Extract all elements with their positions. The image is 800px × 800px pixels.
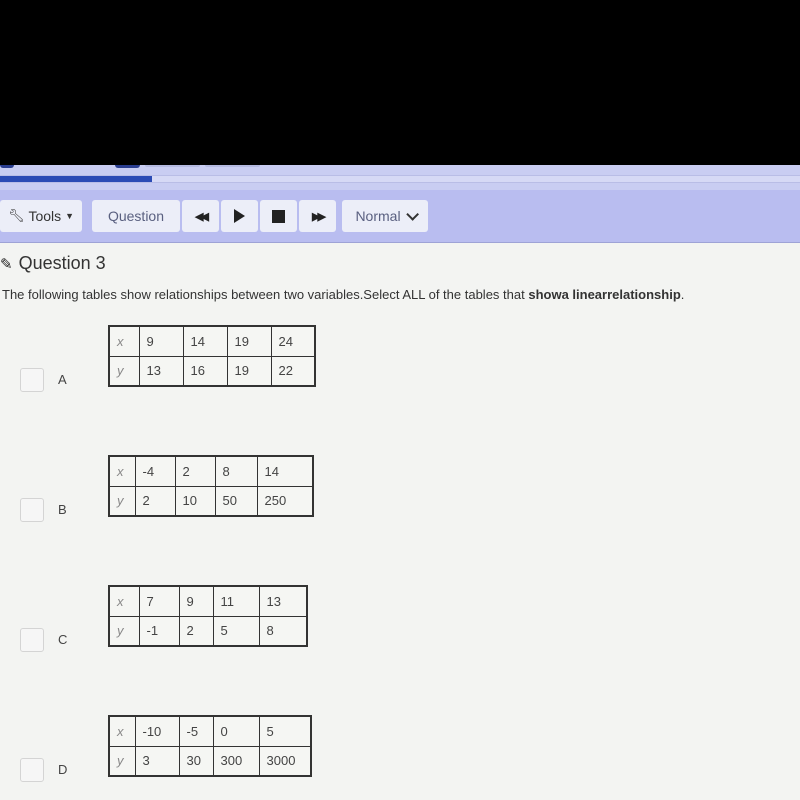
table-cell: 8 xyxy=(214,455,258,487)
choice-checkbox[interactable] xyxy=(20,758,44,782)
progress-bar xyxy=(0,175,800,183)
stop-button[interactable] xyxy=(260,200,297,232)
choice-letter: A xyxy=(58,372,67,387)
question-label: Question xyxy=(107,208,165,224)
table-row-y: y -1 2 5 8 xyxy=(108,615,308,647)
stop-icon xyxy=(272,209,285,223)
table-cell: 24 xyxy=(270,325,316,357)
chevron-down-icon xyxy=(405,207,419,221)
question-button[interactable]: Question xyxy=(92,200,180,232)
table-cell: 7 xyxy=(138,585,180,617)
prompt-emphasis: showa linearrelationship xyxy=(528,287,681,302)
table-cell: 2 xyxy=(134,485,176,517)
variable-label: y xyxy=(108,615,140,647)
tab-indicator xyxy=(145,165,200,167)
table-cell: 3000 xyxy=(258,745,312,777)
wrench-icon: 🔧︎ xyxy=(7,208,25,223)
table-row-y: y 13 16 19 22 xyxy=(108,355,316,387)
speed-select[interactable]: Normal xyxy=(342,200,428,232)
table-cell: 250 xyxy=(256,485,314,517)
variable-label: y xyxy=(108,745,136,777)
table-cell: 30 xyxy=(178,745,214,777)
table-row-x: x 7 9 11 13 xyxy=(108,585,308,617)
table-cell: 9 xyxy=(178,585,214,617)
variable-label: x xyxy=(108,325,140,357)
values-table: x -4 2 8 14 y 2 10 50 250 xyxy=(108,455,314,517)
table-cell: -1 xyxy=(138,615,180,647)
table-cell: 300 xyxy=(212,745,260,777)
table-row-x: x 9 14 19 24 xyxy=(108,325,316,357)
prompt-text: The following tables show relationships … xyxy=(2,287,529,302)
progress-fill xyxy=(0,176,152,182)
tab-strip xyxy=(0,165,800,190)
table-cell: 16 xyxy=(182,355,228,387)
choice-a: Ax 9 14 19 24 y 13 16 19 22 xyxy=(0,325,400,395)
table-cell: 22 xyxy=(270,355,316,387)
prompt-end: . xyxy=(680,287,685,302)
camera-frame-top xyxy=(0,0,800,165)
table-cell: -4 xyxy=(134,455,176,487)
table-row-y: y 3 30 300 3000 xyxy=(108,745,312,777)
tools-menu-button[interactable]: 🔧︎ Tools ▼ xyxy=(0,200,82,232)
choice-b: Bx -4 2 8 14 y 2 10 50 250 xyxy=(0,455,400,525)
play-icon xyxy=(234,209,245,223)
tab-indicator xyxy=(205,165,260,167)
play-button[interactable] xyxy=(221,200,258,232)
speed-label: Normal xyxy=(355,208,401,224)
pencil-icon: ✎ xyxy=(0,255,13,273)
fast-forward-icon: ▶▶ xyxy=(312,210,326,223)
tab-indicator xyxy=(115,165,140,168)
table-cell: 11 xyxy=(212,585,260,617)
question-title: Question 3 xyxy=(18,253,106,273)
choice-letter: B xyxy=(58,502,67,517)
table-cell: 19 xyxy=(226,325,272,357)
caret-down-icon: ▼ xyxy=(65,211,75,221)
choice-c: Cx 7 9 11 13 y -1 2 5 8 xyxy=(0,585,400,655)
values-table: x 9 14 19 24 y 13 16 19 22 xyxy=(108,325,316,387)
table-row-x: x -10 -5 0 5 xyxy=(108,715,312,747)
table-cell: 14 xyxy=(182,325,228,357)
choice-checkbox[interactable] xyxy=(20,628,44,652)
table-cell: 13 xyxy=(258,585,308,617)
rewind-icon: ◀◀ xyxy=(195,210,209,223)
table-cell: 8 xyxy=(258,615,308,647)
table-row-x: x -4 2 8 14 xyxy=(108,455,314,487)
variable-label: x xyxy=(108,585,140,617)
table-cell: 0 xyxy=(212,715,260,747)
table-cell: 3 xyxy=(134,745,180,777)
table-cell: 5 xyxy=(212,615,260,647)
question-heading: ✎ Question 3 xyxy=(0,253,106,274)
table-cell: -10 xyxy=(134,715,180,747)
choice-d: Dx -10 -5 0 5 y 3 30 300 3000 xyxy=(0,715,400,785)
table-cell: -5 xyxy=(178,715,214,747)
table-cell: 50 xyxy=(214,485,258,517)
table-cell: 9 xyxy=(138,325,184,357)
table-cell: 13 xyxy=(138,355,184,387)
rewind-button[interactable]: ◀◀ xyxy=(182,200,219,232)
values-table: x 7 9 11 13 y -1 2 5 8 xyxy=(108,585,308,647)
choice-checkbox[interactable] xyxy=(20,498,44,522)
table-cell: 5 xyxy=(258,715,312,747)
tools-label: Tools xyxy=(28,208,62,224)
tab-indicator xyxy=(0,165,14,168)
table-cell: 2 xyxy=(174,455,216,487)
table-cell: 14 xyxy=(256,455,314,487)
toolbar: 🔧︎ Tools ▼ Question ◀◀ ▶▶ Normal xyxy=(0,190,800,243)
variable-label: y xyxy=(108,355,140,387)
variable-label: x xyxy=(108,455,136,487)
choice-letter: C xyxy=(58,632,68,647)
variable-label: x xyxy=(108,715,136,747)
question-prompt: The following tables show relationships … xyxy=(2,287,684,302)
choice-checkbox[interactable] xyxy=(20,368,44,392)
choice-letter: D xyxy=(58,762,68,777)
table-row-y: y 2 10 50 250 xyxy=(108,485,314,517)
table-cell: 2 xyxy=(178,615,214,647)
values-table: x -10 -5 0 5 y 3 30 300 3000 xyxy=(108,715,312,777)
table-cell: 10 xyxy=(174,485,216,517)
fast-forward-button[interactable]: ▶▶ xyxy=(299,200,336,232)
table-cell: 19 xyxy=(226,355,272,387)
variable-label: y xyxy=(108,485,136,517)
question-content: ✎ Question 3 The following tables show r… xyxy=(0,243,800,800)
